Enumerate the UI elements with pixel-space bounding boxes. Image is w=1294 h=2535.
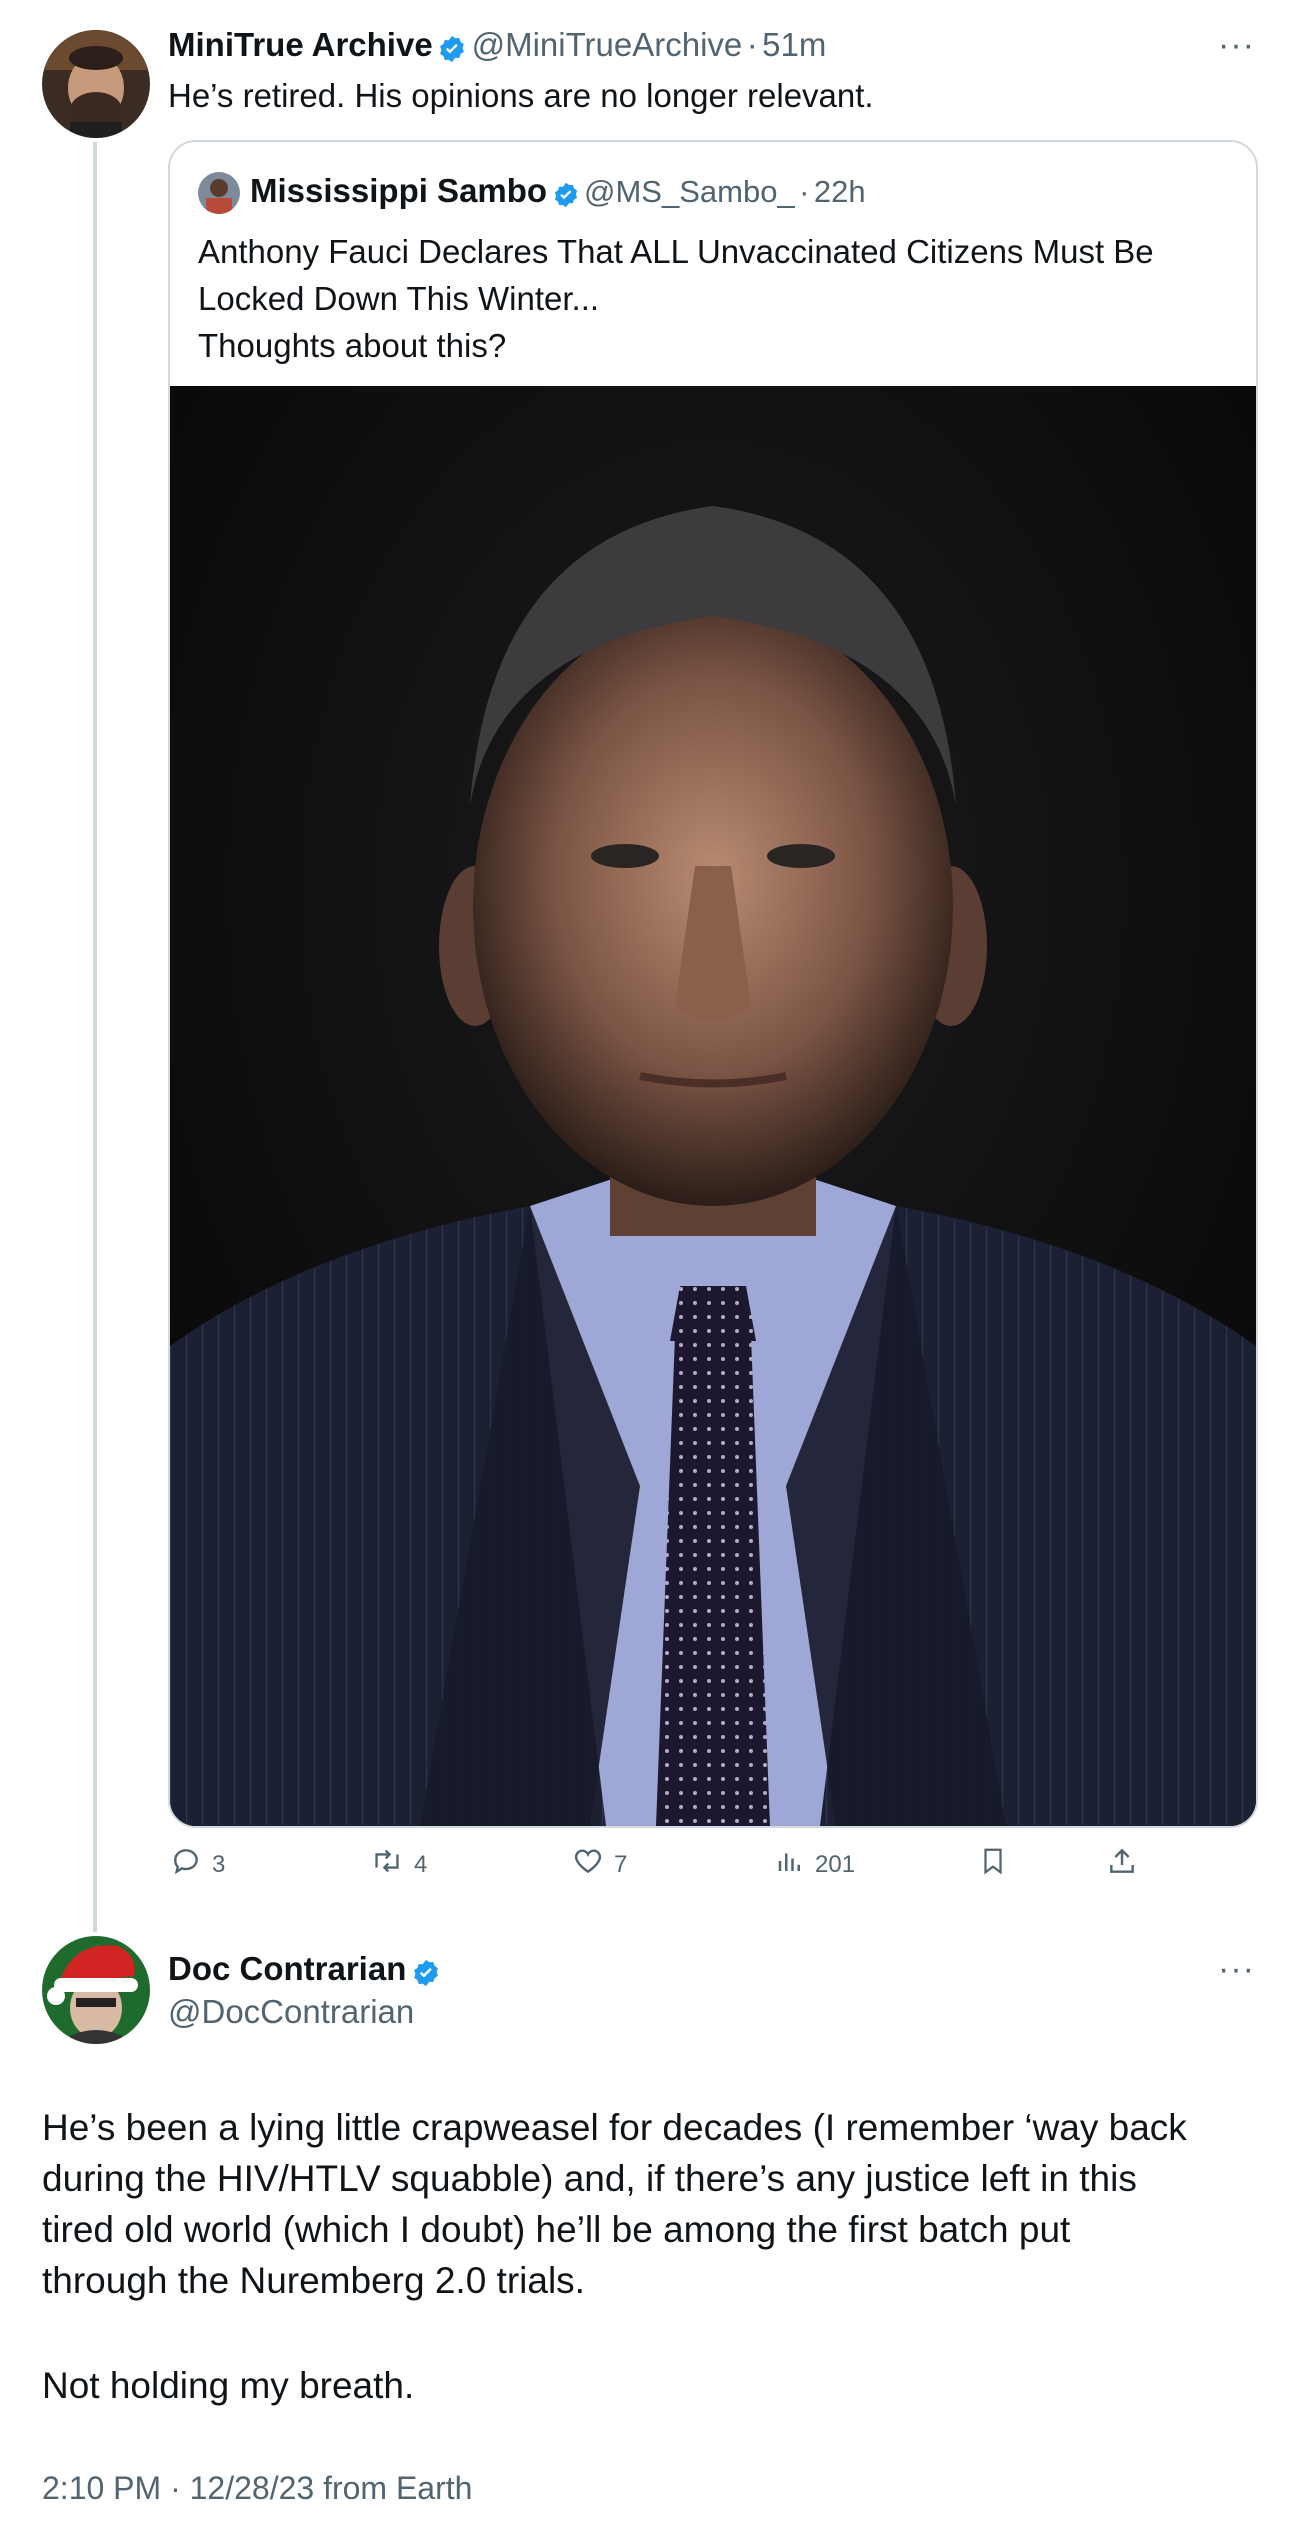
reply-button[interactable]: 3 (170, 1845, 225, 1884)
text-line: through the Nuremberg 2.0 trials. (42, 2260, 585, 2301)
text-line: Thoughts about this? (198, 327, 507, 364)
text-line: Anthony Fauci Declares That ALL Unvaccin… (198, 233, 1154, 270)
avatar (198, 172, 240, 214)
handle[interactable]: @DocContrarian (168, 1993, 414, 2031)
share-icon (1106, 1845, 1138, 1884)
quoted-tweet-image[interactable] (170, 386, 1256, 1826)
tweet-header: Doc Contrarian (168, 1950, 441, 1993)
tweet-text-paragraph: Not holding my breath. (42, 2365, 415, 2406)
retweet-button[interactable]: 4 (370, 1845, 427, 1884)
more-options-icon[interactable]: ··· (1218, 1950, 1255, 1989)
avatar[interactable] (42, 30, 150, 138)
verified-badge-icon (411, 1958, 441, 1993)
tweet-header: MiniTrue Archive @MiniTrueArchive · 51m (168, 26, 826, 69)
share-button[interactable] (1106, 1845, 1138, 1884)
text-line: during the HIV/HTLV squabble) and, if th… (42, 2158, 1137, 2199)
display-name[interactable]: MiniTrue Archive (168, 26, 433, 63)
quoted-tweet-text: Anthony Fauci Declares That ALL Unvaccin… (198, 228, 1154, 369)
quoted-tweet-header: Mississippi Sambo @MS_Sambo_ · 22h (250, 172, 866, 214)
bookmark-button[interactable] (978, 1845, 1008, 1884)
handle: @MS_Sambo_ (584, 174, 795, 209)
view-count: 201 (815, 1850, 856, 1878)
more-options-icon[interactable]: ··· (1218, 26, 1255, 65)
tweet-text: He’s been a lying little crapweasel for … (42, 2102, 1187, 2306)
reply-icon (170, 1845, 202, 1884)
timestamp[interactable]: 51m (762, 26, 826, 63)
thread-connector-line (93, 142, 97, 1932)
analytics-icon (775, 1845, 805, 1884)
timestamp: 22h (813, 174, 866, 209)
display-name: Mississippi Sambo (250, 172, 548, 209)
text-line: He’s been a lying little crapweasel for … (42, 2107, 1187, 2148)
retweet-icon (370, 1845, 404, 1884)
verified-badge-icon (552, 181, 580, 214)
text-line: tired old world (which I doubt) he’ll be… (42, 2209, 1071, 2250)
separator-dot: · (799, 174, 810, 209)
handle[interactable]: @MiniTrueArchive (472, 26, 743, 63)
separator-dot: · (746, 26, 758, 63)
like-count: 7 (614, 1850, 628, 1878)
views-button[interactable]: 201 (775, 1845, 855, 1884)
quoted-tweet-card[interactable]: Mississippi Sambo @MS_Sambo_ · 22h Antho… (168, 140, 1258, 1828)
text-line: Locked Down This Winter... (198, 280, 600, 317)
avatar[interactable] (42, 1936, 150, 2044)
heart-icon (572, 1845, 604, 1884)
bookmark-icon (978, 1845, 1008, 1884)
like-button[interactable]: 7 (572, 1845, 627, 1884)
tweet-text: He’s retired. His opinions are no longer… (168, 77, 874, 114)
verified-badge-icon (437, 34, 467, 69)
reply-count: 3 (212, 1850, 226, 1878)
display-name[interactable]: Doc Contrarian (168, 1950, 406, 1987)
tweet-timestamp-footer[interactable]: 2:10 PM · 12/28/23 from Earth (42, 2470, 472, 2507)
retweet-count: 4 (414, 1850, 428, 1878)
